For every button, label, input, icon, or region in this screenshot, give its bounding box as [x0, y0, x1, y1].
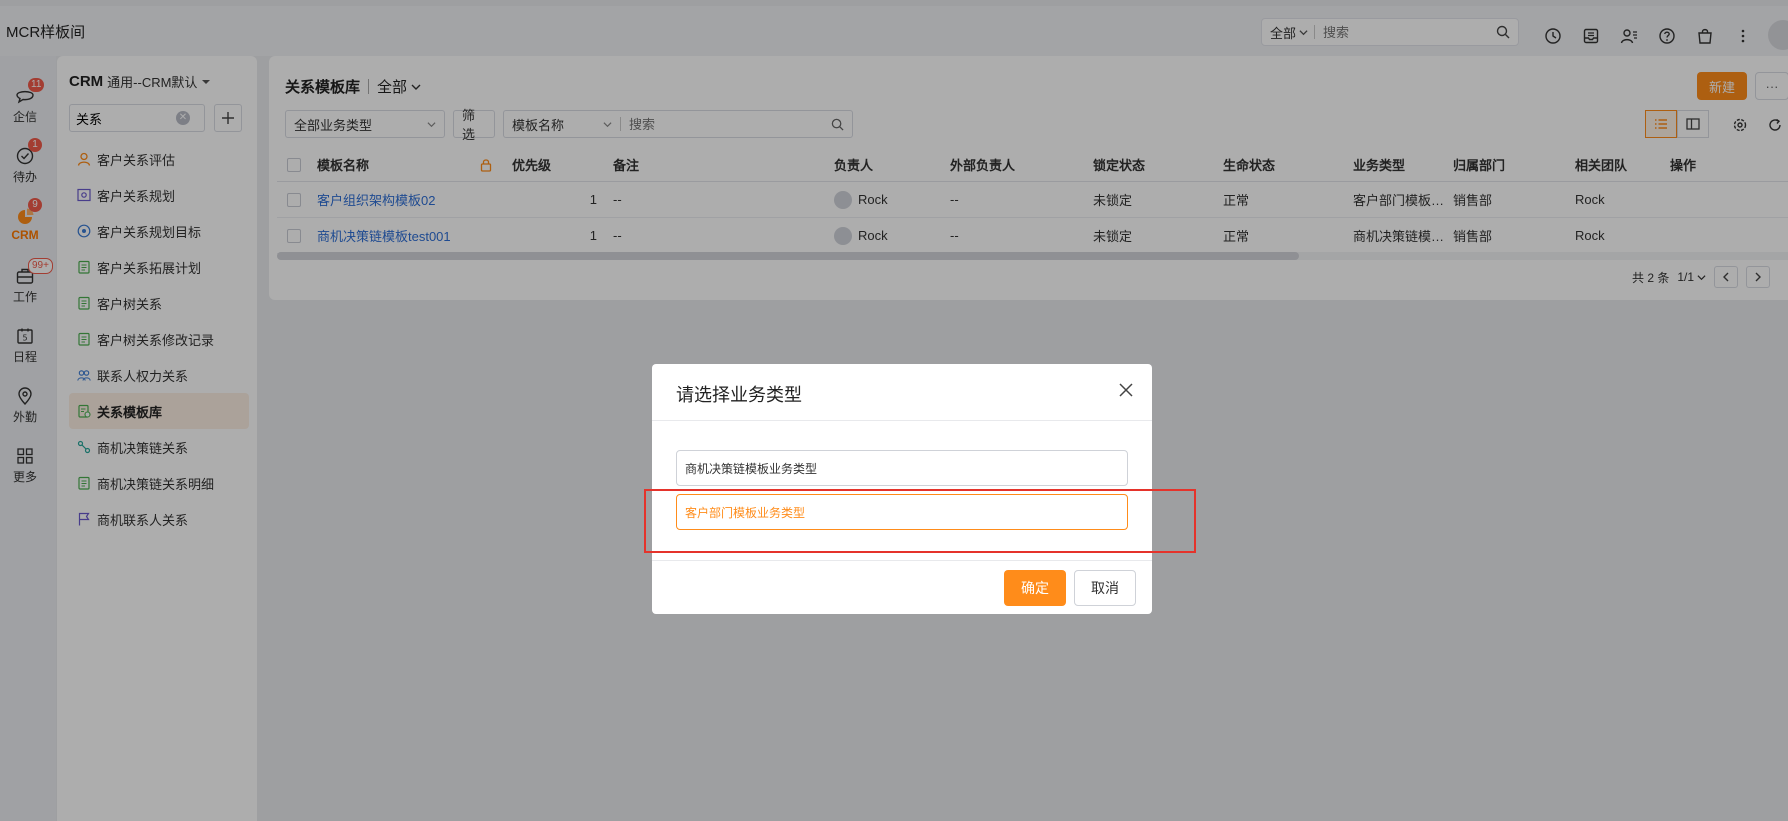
divider	[652, 560, 1152, 561]
dialog-title: 请选择业务类型	[676, 385, 802, 405]
close-icon[interactable]	[1116, 380, 1136, 400]
business-type-option[interactable]: 商机决策链模板业务类型	[676, 450, 1128, 486]
confirm-button[interactable]: 确定	[1004, 570, 1066, 606]
highlight-box	[644, 489, 1196, 553]
divider	[652, 420, 1152, 421]
app-root: MCR样板间 全部 11 企信 1 待办 9 CRM	[0, 0, 1788, 821]
cancel-button[interactable]: 取消	[1074, 570, 1136, 606]
